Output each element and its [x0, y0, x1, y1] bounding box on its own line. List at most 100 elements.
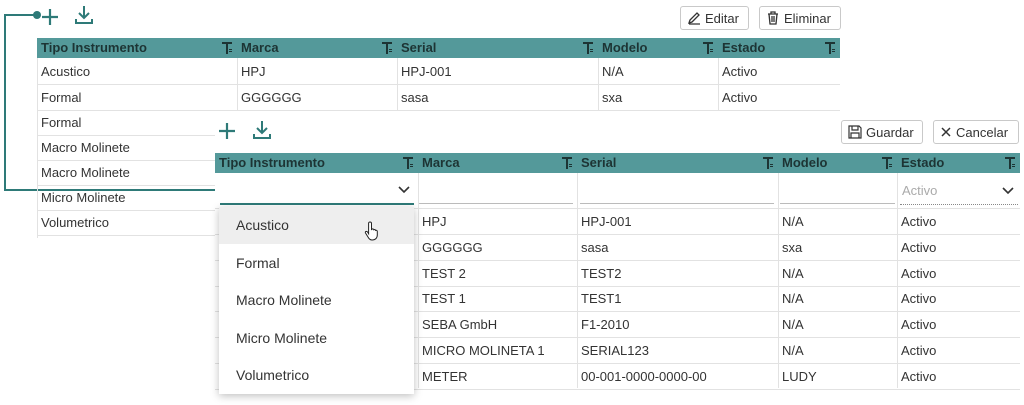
table-cell: Formal	[41, 115, 82, 130]
table-cell: HPJ-001	[401, 64, 452, 79]
table-cell: N/A	[782, 343, 804, 358]
table-cell: Activo	[722, 64, 758, 79]
table-cell: Activo	[901, 239, 937, 255]
column-divider	[237, 58, 238, 110]
table-cell: N/A	[602, 64, 624, 79]
type-filter-select[interactable]	[220, 178, 414, 205]
filter-icon[interactable]	[221, 41, 233, 55]
cancel-label: Cancelar	[956, 124, 1009, 140]
table-cell: sxa	[782, 239, 803, 255]
table-cell: TEST2	[581, 265, 622, 281]
table-cell: F1-2010	[581, 317, 630, 333]
column-header-tipo-instrumento[interactable]: Tipo Instrumento	[37, 38, 237, 58]
add-icon[interactable]	[217, 121, 237, 141]
column-divider	[577, 173, 578, 388]
table-cell: METER	[422, 368, 468, 384]
dropdown-option-micro-molinete[interactable]: Micro Molinete	[219, 320, 414, 357]
model-filter-input[interactable]	[780, 180, 895, 204]
table-cell: GGGGGG	[422, 239, 483, 255]
type-dropdown-list: Acustico Formal Macro Molinete Micro Moline…	[219, 207, 414, 394]
table-cell: N/A	[782, 291, 804, 307]
column-divider	[718, 58, 719, 110]
edit-label: Editar	[705, 10, 739, 26]
column-header-modelo[interactable]: Modelo	[778, 153, 897, 173]
table-cell: HPJ	[422, 214, 447, 229]
table-cell: sxa	[602, 90, 623, 105]
table-cell: Activo	[901, 214, 937, 229]
table-cell: TEST 2	[422, 265, 466, 281]
column-header-marca[interactable]: Marca	[237, 38, 397, 58]
filter-icon[interactable]	[561, 156, 573, 170]
filter-icon[interactable]	[881, 156, 893, 170]
close-icon	[941, 127, 951, 137]
table-cell: HPJ-001	[581, 214, 632, 229]
table-cell: sasa	[581, 239, 609, 255]
download-icon[interactable]	[251, 119, 273, 141]
filter-icon[interactable]	[381, 41, 393, 55]
chevron-down-icon	[1002, 187, 1014, 195]
table-cell: sasa	[401, 90, 429, 105]
table-cell: LUDY	[782, 368, 817, 384]
pencil-icon	[687, 12, 700, 25]
dropdown-option-volumetrico[interactable]: Volumetrico	[219, 357, 414, 394]
table-cell: Volumetrico	[41, 215, 109, 230]
cancel-button[interactable]: Cancelar	[933, 120, 1019, 144]
column-header-modelo[interactable]: Modelo	[598, 38, 718, 58]
table-cell: SEBA GmbH	[422, 317, 498, 333]
filter-icon[interactable]	[402, 156, 414, 170]
serial-filter-input[interactable]	[580, 180, 774, 204]
download-icon[interactable]	[73, 4, 95, 26]
filter-icon[interactable]	[1004, 156, 1016, 170]
table-cell: GGGGGG	[241, 90, 302, 105]
table-cell: Activo	[901, 368, 937, 384]
table-cell: HPJ	[241, 64, 266, 79]
table-cell: Activo	[901, 265, 937, 281]
delete-label: Eliminar	[784, 10, 831, 26]
table-cell: N/A	[782, 214, 804, 229]
column-divider	[897, 173, 898, 388]
table-cell: TEST1	[581, 291, 622, 307]
table-cell: Formal	[41, 90, 82, 105]
brand-filter-input[interactable]	[419, 180, 573, 204]
dropdown-option-acustico[interactable]: Acustico	[219, 207, 414, 244]
table-cell: Activo	[901, 343, 937, 358]
table-cell: MICRO MOLINETA 1	[422, 343, 545, 358]
table-cell: SERIAL123	[581, 343, 649, 358]
filter-icon[interactable]	[582, 41, 594, 55]
table-cell: TEST 1	[422, 291, 466, 307]
column-header-estado[interactable]: Estado	[897, 153, 1020, 173]
column-divider	[778, 173, 779, 388]
table-cell: Micro Molinete	[41, 190, 126, 205]
row-divider	[37, 235, 215, 236]
table-cell: Activo	[901, 317, 937, 333]
filter-icon[interactable]	[824, 41, 836, 55]
save-label: Guardar	[866, 124, 914, 140]
chevron-down-icon	[398, 186, 410, 194]
column-header-serial[interactable]: Serial	[397, 38, 598, 58]
floppy-icon	[848, 125, 862, 139]
status-filter-value: Activo	[902, 183, 938, 198]
table-cell: Macro Molinete	[41, 165, 130, 180]
dropdown-option-formal[interactable]: Formal	[219, 245, 414, 282]
trash-icon	[768, 11, 778, 25]
save-button[interactable]: Guardar	[841, 120, 923, 144]
delete-button[interactable]: Eliminar	[759, 6, 841, 30]
column-divider	[37, 58, 38, 238]
column-header-tipo-instrumento[interactable]: Tipo Instrumento	[215, 153, 418, 173]
column-header-estado[interactable]: Estado	[718, 38, 840, 58]
filter-icon[interactable]	[702, 41, 714, 55]
column-divider	[418, 173, 419, 388]
status-filter-select[interactable]: Activo	[900, 178, 1018, 205]
hand-cursor-icon	[364, 221, 378, 241]
column-divider	[598, 58, 599, 110]
column-header-marca[interactable]: Marca	[418, 153, 577, 173]
edit-button[interactable]: Editar	[680, 6, 749, 30]
table-cell: N/A	[782, 317, 804, 333]
table-cell: Acustico	[41, 64, 91, 79]
table-cell: Macro Molinete	[41, 140, 130, 155]
filter-icon[interactable]	[762, 156, 774, 170]
table-cell: Activo	[901, 291, 937, 307]
dropdown-option-macro-molinete[interactable]: Macro Molinete	[219, 282, 414, 319]
column-header-serial[interactable]: Serial	[577, 153, 778, 173]
add-icon[interactable]	[40, 7, 60, 27]
